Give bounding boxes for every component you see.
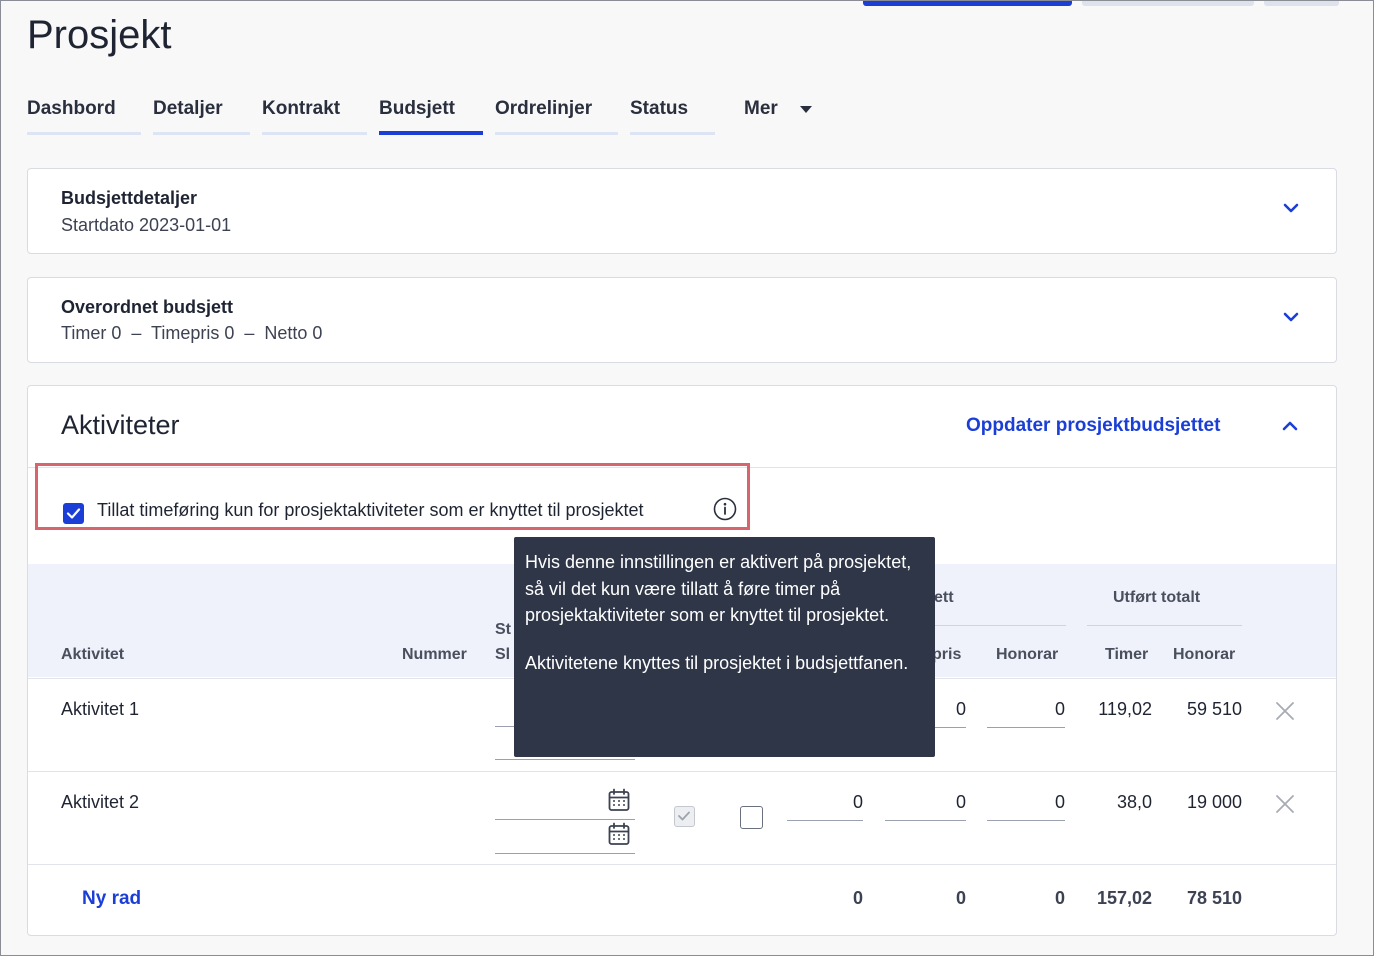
calendar-icon[interactable]: [608, 822, 630, 846]
col-done-total: Utført totalt: [1113, 589, 1201, 606]
total-fee: 0: [1054, 888, 1065, 908]
top-tertiary-button-edge[interactable]: [1264, 1, 1339, 6]
col-start-partial: St: [495, 621, 511, 638]
tab-dashbord[interactable]: Dashbord: [27, 95, 141, 137]
overall-budget-summary: Timer 0 – Timepris 0 – Netto 0: [61, 323, 323, 343]
row-activity-name: Aktivitet 1: [61, 699, 140, 719]
col-budget-group-partial: ett: [934, 589, 954, 606]
new-row-button[interactable]: Ny rad: [82, 888, 141, 910]
restrict-time-entry-checkbox[interactable]: [63, 503, 84, 524]
update-project-budget-link[interactable]: Oppdater prosjektbudsjettet: [966, 415, 1220, 437]
col-done-hours: Timer: [1105, 646, 1149, 663]
fee-input-underline: [987, 727, 1065, 728]
col-rate-partial: pris: [932, 646, 962, 663]
tab-more[interactable]: Mer: [744, 98, 812, 120]
tooltip-paragraph-2: Aktivitetene knyttes til prosjektet i bu…: [525, 652, 909, 673]
app-window: Prosjekt Dashbord Detaljer Kontrakt Buds…: [0, 0, 1374, 956]
tab-more-label: Mer: [744, 98, 778, 119]
chevron-down-icon[interactable]: [1283, 311, 1299, 323]
row-done-fee: 19 000: [1186, 792, 1242, 812]
budget-details-panel[interactable]: Budsjettdetaljer Startdato 2023-01-01: [27, 168, 1337, 254]
tab-status[interactable]: Status: [630, 95, 715, 137]
tab-ordrelinjer[interactable]: Ordrelinjer: [495, 95, 618, 137]
total-rate: 0: [955, 888, 966, 908]
row-fee[interactable]: 0: [987, 792, 1065, 813]
col-activity: Aktivitet: [61, 646, 125, 663]
calendar-icon[interactable]: [608, 788, 630, 812]
row-divider: [28, 864, 1336, 865]
row-disabled-checkbox: [674, 806, 695, 827]
close-icon[interactable]: [1274, 793, 1296, 815]
row-done-hours: 119,02: [1098, 699, 1152, 719]
budget-details-title: Budsjettdetaljer: [61, 188, 198, 208]
chevron-down-icon[interactable]: [1283, 202, 1299, 214]
col-done-fee: Honorar: [1173, 646, 1236, 663]
row-done-hours: 38,0: [1116, 792, 1152, 812]
close-icon[interactable]: [1274, 700, 1296, 722]
row-done-fee: 59 510: [1186, 699, 1242, 719]
done-total-underline: [1087, 625, 1242, 626]
total-hours: 0: [852, 888, 863, 908]
tooltip-paragraph-1: Hvis denne innstillingen er aktivert på …: [525, 552, 912, 625]
top-primary-button-edge[interactable]: [863, 1, 1072, 6]
row-fee[interactable]: 0: [987, 699, 1065, 720]
overall-budget-title: Overordnet budsjett: [61, 297, 234, 317]
info-icon[interactable]: [713, 497, 737, 521]
top-secondary-button-edge[interactable]: [1082, 1, 1254, 6]
rate-input-underline: [885, 820, 966, 821]
tab-budsjett[interactable]: Budsjett: [379, 95, 483, 137]
dropdown-caret-icon: [799, 105, 812, 113]
end-date-field[interactable]: [495, 853, 635, 854]
chevron-up-icon[interactable]: [1282, 420, 1298, 432]
row-checkbox[interactable]: [740, 806, 763, 829]
end-date-field[interactable]: [495, 759, 635, 760]
row-activity-name: Aktivitet 2: [61, 792, 140, 812]
col-number: Nummer: [402, 646, 467, 663]
total-done-fee: 78 510: [1186, 888, 1242, 908]
start-date-field[interactable]: [495, 819, 635, 820]
total-done-hours: 157,02: [1096, 888, 1152, 908]
row-divider: [28, 771, 1336, 772]
fee-input-underline: [987, 820, 1065, 821]
col-end-partial: Sl: [495, 646, 511, 663]
checkmark-icon: [66, 508, 81, 519]
info-tooltip: Hvis denne innstillingen er aktivert på …: [514, 537, 935, 757]
tab-bar: Dashbord Detaljer Kontrakt Budsjett Ordr…: [27, 95, 727, 137]
col-fee: Honorar: [996, 646, 1059, 663]
hours-input-underline: [787, 820, 863, 821]
checkmark-icon: [678, 811, 690, 821]
overall-budget-panel[interactable]: Overordnet budsjett Timer 0 – Timepris 0…: [27, 277, 1337, 363]
page-title: Prosjekt: [27, 13, 172, 57]
tab-detaljer[interactable]: Detaljer: [153, 95, 250, 137]
row-rate[interactable]: 0: [885, 792, 966, 813]
budget-details-start-date: Startdato 2023-01-01: [61, 215, 232, 235]
tab-kontrakt[interactable]: Kontrakt: [262, 95, 367, 137]
restrict-time-entry-label: Tillat timeføring kun for prosjektaktivi…: [97, 500, 644, 520]
activities-title: Aktiviteter: [61, 410, 180, 440]
row-hours[interactable]: 0: [787, 792, 863, 813]
